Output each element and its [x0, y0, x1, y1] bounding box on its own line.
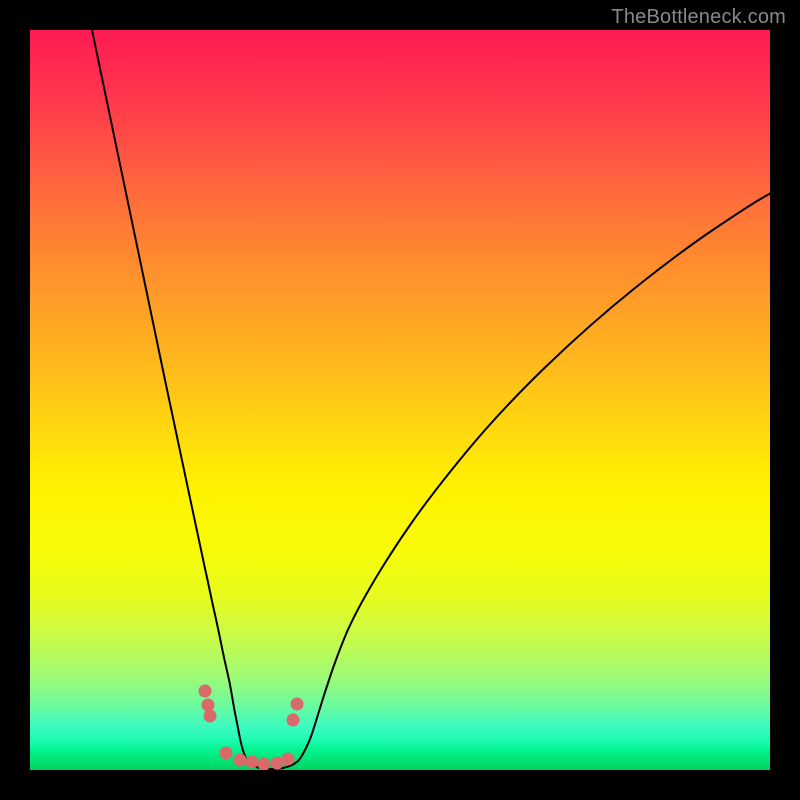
plot-area	[30, 30, 770, 770]
curve-svg	[30, 30, 770, 770]
bottleneck-curve	[92, 30, 770, 769]
data-point-marker	[287, 714, 300, 727]
data-point-marker	[220, 747, 233, 760]
data-point-marker	[234, 754, 247, 767]
chart-frame: TheBottleneck.com	[0, 0, 800, 800]
data-point-marker	[199, 685, 212, 698]
data-point-marker	[204, 710, 217, 723]
data-point-marker	[291, 698, 304, 711]
watermark-text: TheBottleneck.com	[611, 6, 786, 29]
data-point-marker	[202, 699, 215, 712]
data-point-marker	[246, 756, 259, 769]
data-point-marker	[258, 758, 271, 771]
marker-group	[199, 685, 304, 771]
data-point-marker	[282, 753, 295, 766]
